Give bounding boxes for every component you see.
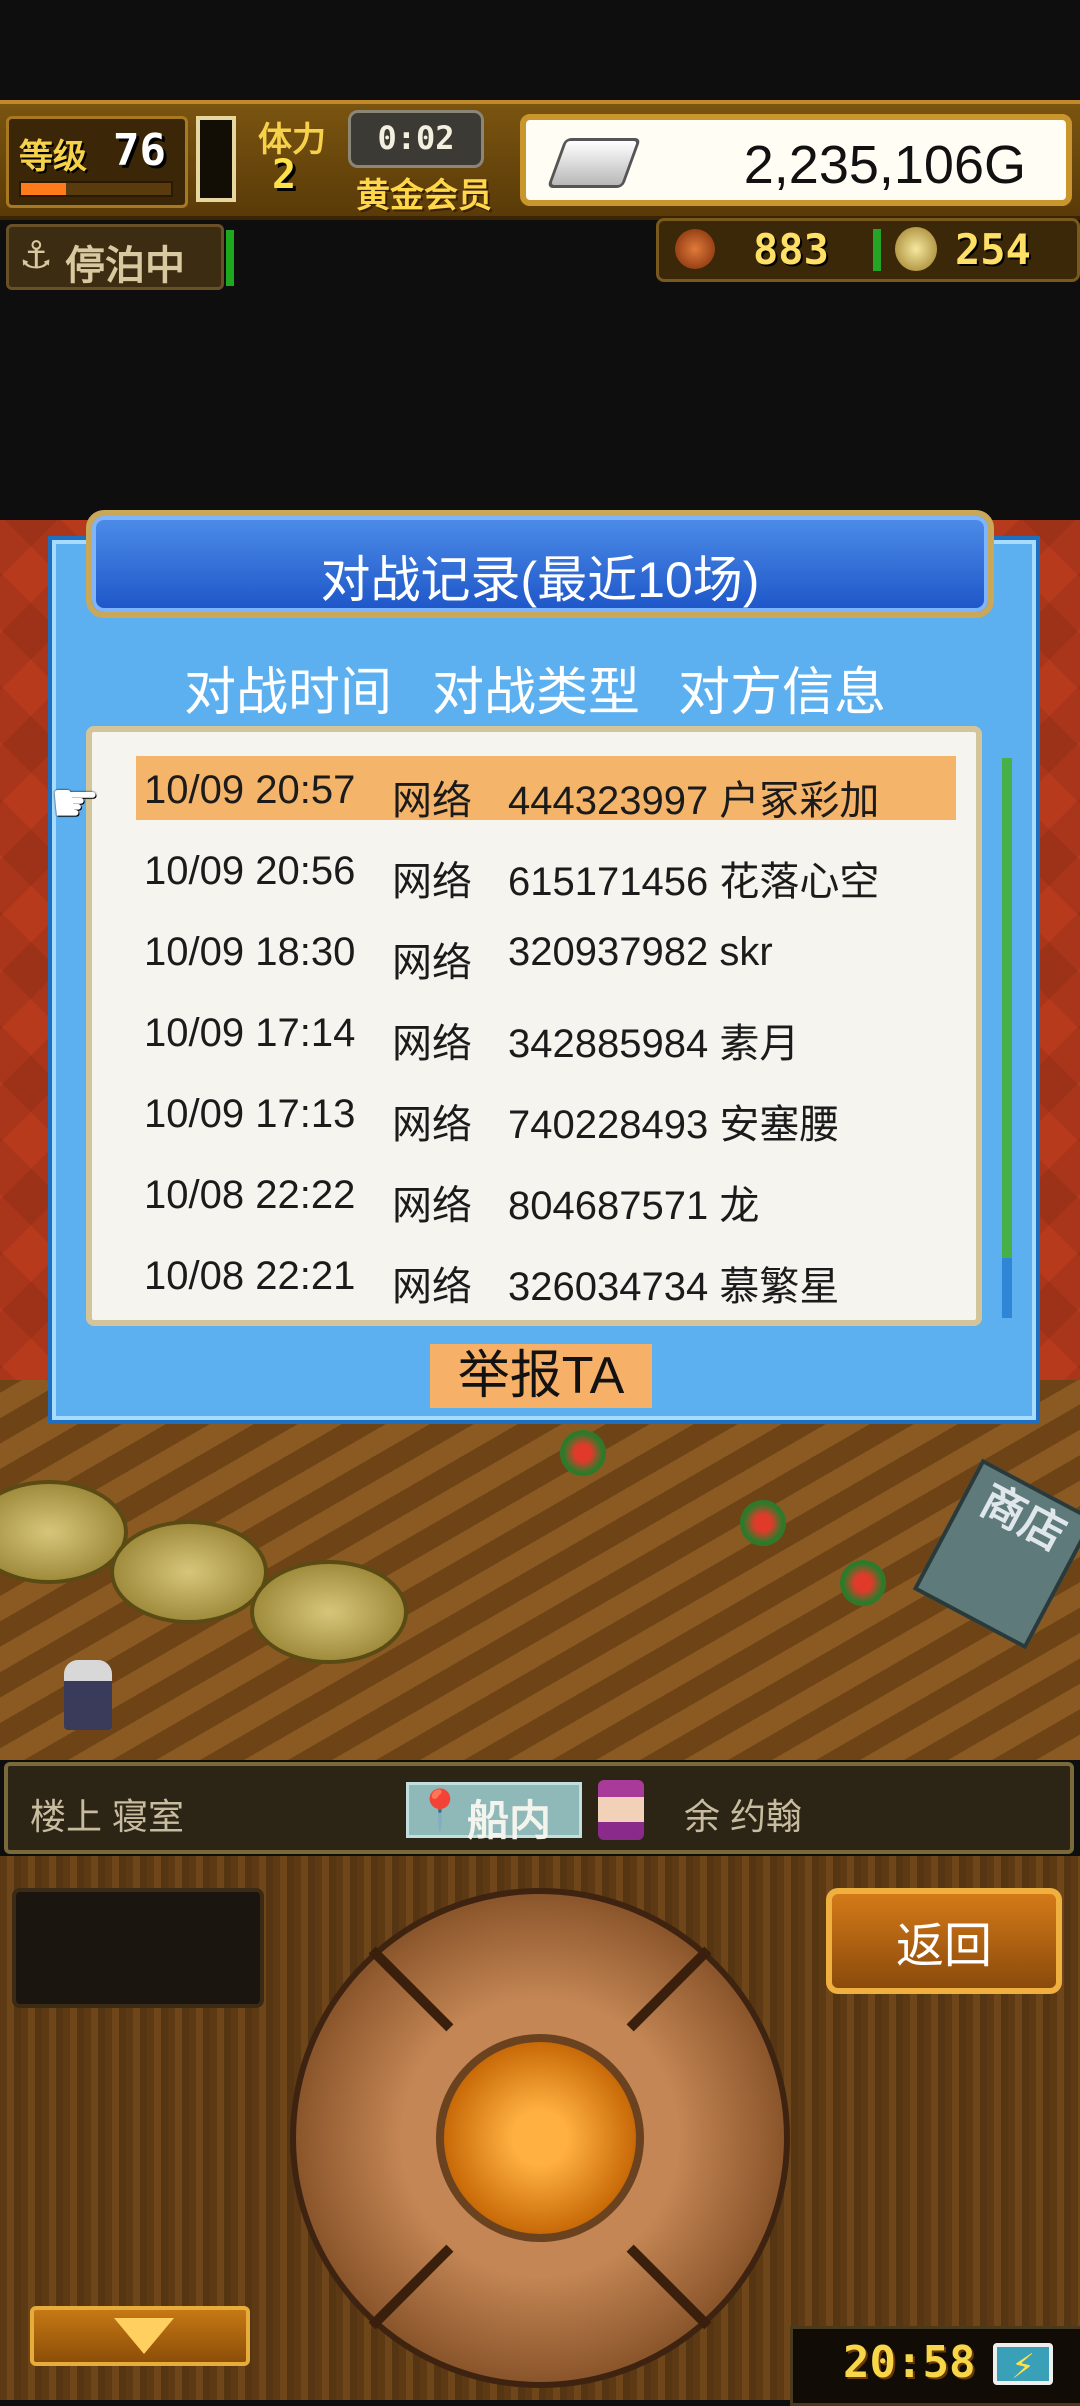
location-bar: 楼上 寝室 📍 船内 余 约翰 [4, 1762, 1074, 1854]
opponent-info: 740228493 安塞腰 [508, 1103, 840, 1147]
resource-divider [873, 229, 881, 271]
column-header-opponent: 对方信息 [678, 664, 887, 722]
battle-record-row[interactable]: 10/08 22:22 网络 804687571 龙 [136, 1161, 956, 1228]
stamina-timer-value: 0:02 [377, 119, 455, 157]
battle-record-list[interactable]: 10/09 20:57 网络 444323997 户冢彩加 10/09 20:5… [86, 726, 982, 1326]
opponent-info: 615171456 花落心空 [508, 860, 880, 904]
battle-type: 网络 [392, 1022, 472, 1066]
medal-coin-icon [895, 227, 937, 271]
opponent-info: 320937982 skr [508, 930, 773, 974]
battle-record-row[interactable]: 10/09 18:30 网络 320937982 skr [136, 918, 956, 985]
battle-type: 网络 [392, 1265, 472, 1309]
opponent-info: 804687571 龙 [508, 1184, 760, 1228]
crew-member-sprite[interactable] [64, 1660, 112, 1730]
battle-time: 10/09 18:30 [144, 930, 356, 974]
battle-time: 10/09 17:14 [144, 1011, 356, 1055]
level-progress-fill [21, 183, 66, 195]
dpad-divider [368, 1946, 454, 2032]
back-button[interactable]: 返回 [826, 1888, 1062, 1994]
battle-record-row[interactable]: 10/08 22:21 网络 326034734 慕繁星 [136, 1242, 956, 1309]
level-panel: 等级 76 [6, 116, 188, 208]
control-panel: 返回 20:58 ⚡ [0, 1856, 1080, 2406]
flower-pot [840, 1560, 886, 1606]
status-indicator [226, 230, 234, 286]
battle-type: 网络 [392, 1103, 472, 1147]
battle-type: 网络 [392, 779, 472, 823]
anchor-icon: ⚓ [19, 235, 54, 277]
docked-status-badge: ⚓ 停泊中 [6, 224, 224, 290]
battle-type: 网络 [392, 941, 472, 985]
battle-record-row[interactable]: 10/09 20:57 网络 444323997 户冢彩加 [136, 756, 956, 823]
down-arrow-icon [114, 2318, 174, 2354]
hay-bale [250, 1560, 408, 1664]
report-player-button[interactable]: 举报TA [430, 1344, 652, 1408]
battle-record-dialog: 对战记录(最近10场) 对战时间 对战类型 对方信息 10/09 20:57 网… [48, 510, 1040, 1424]
column-header-type: 对战类型 [432, 664, 641, 722]
pointing-hand-cursor-icon: ☛ [50, 771, 101, 834]
directional-pad[interactable] [290, 1888, 790, 2388]
character-name: 余 约翰 [684, 1796, 803, 1837]
inside-ship-label: 船内 [467, 1797, 552, 1844]
scroll-down-button[interactable] [30, 2306, 250, 2366]
game-clock: 20:58 [843, 2337, 976, 2388]
battle-time: 10/09 20:56 [144, 849, 356, 893]
battle-record-row[interactable]: 10/09 17:14 网络 342885984 素月 [136, 999, 956, 1066]
opponent-info: 342885984 素月 [508, 1022, 800, 1066]
dpad-center-button[interactable] [436, 2034, 644, 2242]
battle-record-row[interactable]: 10/09 17:13 网络 740228493 安塞腰 [136, 1080, 956, 1147]
info-screen [12, 1888, 264, 2008]
battle-type: 网络 [392, 860, 472, 904]
medal-count: 254 [955, 225, 1031, 274]
stamina-value: 2 [272, 152, 297, 198]
dpad-divider [626, 1946, 712, 2032]
column-header-time: 对战时间 [184, 664, 393, 722]
clock-panel: 20:58 ⚡ [790, 2326, 1080, 2406]
inside-ship-tab[interactable]: 📍 船内 [406, 1782, 582, 1844]
dpad-divider [626, 2244, 712, 2330]
stamina-timer: 0:02 [348, 110, 484, 168]
battle-time: 10/09 20:57 [144, 768, 356, 812]
opponent-info: 326034734 慕繁星 [508, 1265, 840, 1309]
stamina-gauge [196, 116, 236, 202]
top-hud: 等级 76 体力 2 0:02 黄金会员 2,235,106G [0, 100, 1080, 220]
flower-pot [560, 1430, 606, 1476]
level-value: 76 [113, 125, 166, 176]
current-area-label: 楼上 寝室 [30, 1796, 185, 1837]
character-portrait-icon [598, 1780, 644, 1840]
flower-pot [740, 1500, 786, 1546]
level-progress-bar [19, 181, 173, 197]
lightning-battery-icon: ⚡ [993, 2343, 1053, 2386]
resources-panel: 883 254 [656, 218, 1080, 282]
battle-time: 10/08 22:21 [144, 1254, 356, 1298]
hay-bale [110, 1520, 268, 1624]
level-label: 等级 [19, 137, 87, 177]
meat-count: 883 [753, 225, 829, 274]
meat-icon [675, 229, 715, 269]
list-scrollbar-thumb[interactable] [1002, 758, 1012, 1258]
dialog-title: 对战记录(最近10场) [320, 552, 760, 608]
vip-label: 黄金会员 [356, 177, 492, 215]
battle-type: 网络 [392, 1184, 472, 1228]
dpad-divider [368, 2244, 454, 2330]
battle-time: 10/08 22:22 [144, 1173, 356, 1217]
gold-amount: 2,235,106G [743, 135, 1026, 195]
gold-panel[interactable]: 2,235,106G [520, 114, 1072, 206]
battle-record-row[interactable]: 10/09 20:56 网络 615171456 花落心空 [136, 837, 956, 904]
silver-ingot-icon [546, 138, 642, 188]
map-pin-icon: 📍 [415, 1789, 465, 1833]
docked-status-label: 停泊中 [65, 244, 185, 288]
opponent-info: 444323997 户冢彩加 [508, 779, 880, 823]
dialog-title-bar: 对战记录(最近10场) [86, 510, 994, 618]
battle-time: 10/09 17:13 [144, 1092, 356, 1136]
